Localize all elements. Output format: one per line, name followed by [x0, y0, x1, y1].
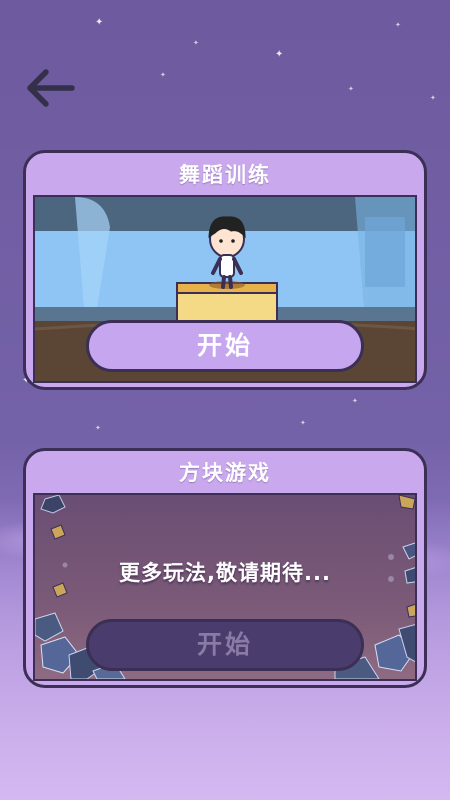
- star-icon: ✦: [160, 71, 166, 79]
- star-icon: ✦: [275, 49, 284, 60]
- star-icon: ✦: [395, 21, 401, 29]
- card-title: 方块游戏: [179, 461, 271, 485]
- dance-training-card: 舞蹈训练 开始: [23, 150, 427, 390]
- star-icon: ✦: [430, 94, 436, 102]
- star-icon: ✦: [95, 17, 104, 28]
- block-game-card: 方块游戏 更多玩法,敬请期待... 开始: [23, 448, 427, 688]
- star-icon: ✦: [352, 397, 358, 405]
- star-icon: ✦: [300, 419, 306, 427]
- card-title: 舞蹈训练: [179, 163, 271, 187]
- arrow-left-icon: [27, 69, 75, 107]
- start-block-game-button[interactable]: 开始: [86, 619, 364, 671]
- star-icon: ✦: [95, 424, 101, 432]
- back-button[interactable]: [22, 64, 78, 112]
- star-icon: ✦: [348, 85, 354, 93]
- start-dance-button[interactable]: 开始: [86, 320, 364, 372]
- coming-soon-message: 更多玩法,敬请期待...: [119, 561, 331, 585]
- star-icon: ✦: [193, 39, 199, 47]
